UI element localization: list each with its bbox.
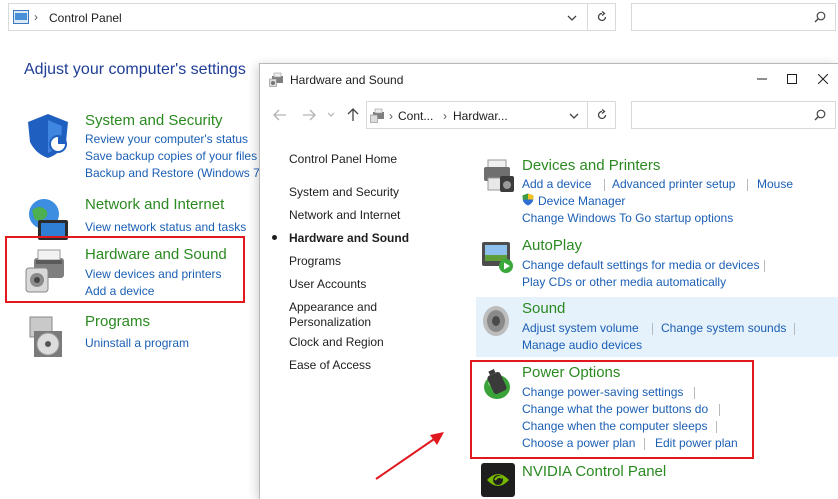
forward-button[interactable] <box>298 103 320 127</box>
search-input[interactable] <box>631 3 836 31</box>
chevron-down-icon[interactable] <box>569 111 579 121</box>
section-autoplay: AutoPlay Change default settings for med… <box>476 234 838 290</box>
printer-speaker-icon <box>269 72 283 87</box>
section-sound: Sound Adjust system volume Change system… <box>476 297 838 357</box>
minimize-button[interactable] <box>747 64 777 94</box>
link-play-cds[interactable]: Play CDs or other media automatically <box>522 275 726 289</box>
autoplay-icon <box>482 242 513 273</box>
sidebar-control-panel-home[interactable]: Control Panel Home <box>289 152 397 167</box>
search-icon <box>814 109 826 121</box>
link-windows-to-go[interactable]: Change Windows To Go startup options <box>522 211 733 225</box>
refresh-icon <box>597 11 606 22</box>
title-bar[interactable]: Hardware and Sound <box>260 64 838 96</box>
maximize-icon <box>787 74 797 84</box>
category-link[interactable]: Review your computer's status <box>85 132 248 146</box>
chevron-right-icon: › <box>443 109 447 123</box>
printer-device-icon <box>484 159 514 192</box>
window-title: Hardware and Sound <box>290 73 404 87</box>
sidebar-item-system-security[interactable]: System and Security <box>289 185 399 200</box>
shield-icon <box>28 114 68 158</box>
search-icon <box>814 11 826 23</box>
refresh-button[interactable] <box>588 3 616 31</box>
link-mouse[interactable]: Mouse <box>757 177 793 191</box>
sidebar-item-hardware-sound[interactable]: Hardware and Sound <box>289 231 409 246</box>
link-separator <box>604 179 605 191</box>
highlight-box-power-options <box>470 360 754 459</box>
arrow-left-icon <box>273 109 286 121</box>
link-device-manager[interactable]: Device Manager <box>538 194 625 208</box>
chevron-down-icon[interactable] <box>567 13 577 23</box>
section-title[interactable]: NVIDIA Control Panel <box>522 463 666 480</box>
refresh-button[interactable] <box>588 101 616 129</box>
maximize-button[interactable] <box>777 64 807 94</box>
link-add-device[interactable]: Add a device <box>522 177 591 191</box>
section-title[interactable]: AutoPlay <box>522 237 582 254</box>
speaker-icon <box>483 306 509 336</box>
link-separator <box>794 323 795 335</box>
link-manage-audio-devices[interactable]: Manage audio devices <box>522 338 642 352</box>
link-separator <box>764 260 765 272</box>
sidebar-item-personalization[interactable]: Personalization <box>289 315 371 330</box>
recent-locations-button[interactable] <box>320 103 342 127</box>
printer-speaker-icon <box>370 108 384 123</box>
category-link[interactable]: Save backup copies of your files w <box>85 149 269 163</box>
category-title[interactable]: Programs <box>85 313 150 330</box>
link-change-system-sounds[interactable]: Change system sounds <box>661 321 786 335</box>
up-button[interactable] <box>342 103 364 127</box>
background-address-bar[interactable]: › Control Panel <box>8 3 588 31</box>
breadcrumb-control-panel[interactable]: Cont... <box>398 109 433 123</box>
sidebar-item-network-internet[interactable]: Network and Internet <box>289 208 400 223</box>
sidebar-item-ease-of-access[interactable]: Ease of Access <box>289 358 371 373</box>
annotation-arrow-icon <box>375 432 444 480</box>
sidebar-item-programs[interactable]: Programs <box>289 254 341 269</box>
category-link[interactable]: View network status and tasks <box>85 220 246 234</box>
section-devices-printers: Devices and Printers Add a device Advanc… <box>476 154 838 225</box>
sidebar-item-appearance[interactable]: Appearance and <box>289 300 377 315</box>
category-link[interactable]: Uninstall a program <box>85 336 189 350</box>
address-bar[interactable]: › Cont... › Hardwar... <box>366 101 588 129</box>
breadcrumb-control-panel[interactable]: Control Panel <box>49 11 122 25</box>
arrow-right-icon <box>303 109 316 121</box>
sidebar-item-user-accounts[interactable]: User Accounts <box>289 277 366 292</box>
chevron-right-icon: › <box>34 10 38 24</box>
section-title[interactable]: Sound <box>522 300 565 317</box>
refresh-icon <box>597 109 606 120</box>
link-adjust-volume[interactable]: Adjust system volume <box>522 321 639 335</box>
category-link[interactable]: Backup and Restore (Windows 7) <box>85 166 264 180</box>
link-autoplay-defaults[interactable]: Change default settings for media or dev… <box>522 258 759 272</box>
breadcrumb-hardware-sound[interactable]: Hardwar... <box>453 109 508 123</box>
search-input[interactable] <box>631 101 836 129</box>
nvidia-icon <box>481 463 515 497</box>
page-heading: Adjust your computer's settings <box>24 61 246 78</box>
link-separator <box>652 323 653 335</box>
back-button[interactable] <box>269 103 291 127</box>
control-panel-icon <box>13 10 29 24</box>
chevron-down-icon <box>327 112 335 117</box>
link-separator <box>747 179 748 191</box>
chevron-right-icon: › <box>389 109 393 123</box>
highlight-box-hardware-sound <box>5 236 245 303</box>
category-title[interactable]: System and Security <box>85 112 223 129</box>
section-title[interactable]: Devices and Printers <box>522 157 660 174</box>
active-item-bullet <box>272 235 277 240</box>
category-title[interactable]: Network and Internet <box>85 196 224 213</box>
close-icon <box>818 74 828 84</box>
uac-shield-icon <box>522 193 534 206</box>
programs-disc-icon <box>29 316 62 357</box>
sidebar-item-clock-region[interactable]: Clock and Region <box>289 335 384 350</box>
minimize-icon <box>757 78 767 80</box>
link-advanced-printer-setup[interactable]: Advanced printer setup <box>612 177 735 191</box>
section-nvidia: NVIDIA Control Panel <box>476 460 838 499</box>
close-button[interactable] <box>808 64 838 94</box>
arrow-up-icon <box>347 108 359 121</box>
